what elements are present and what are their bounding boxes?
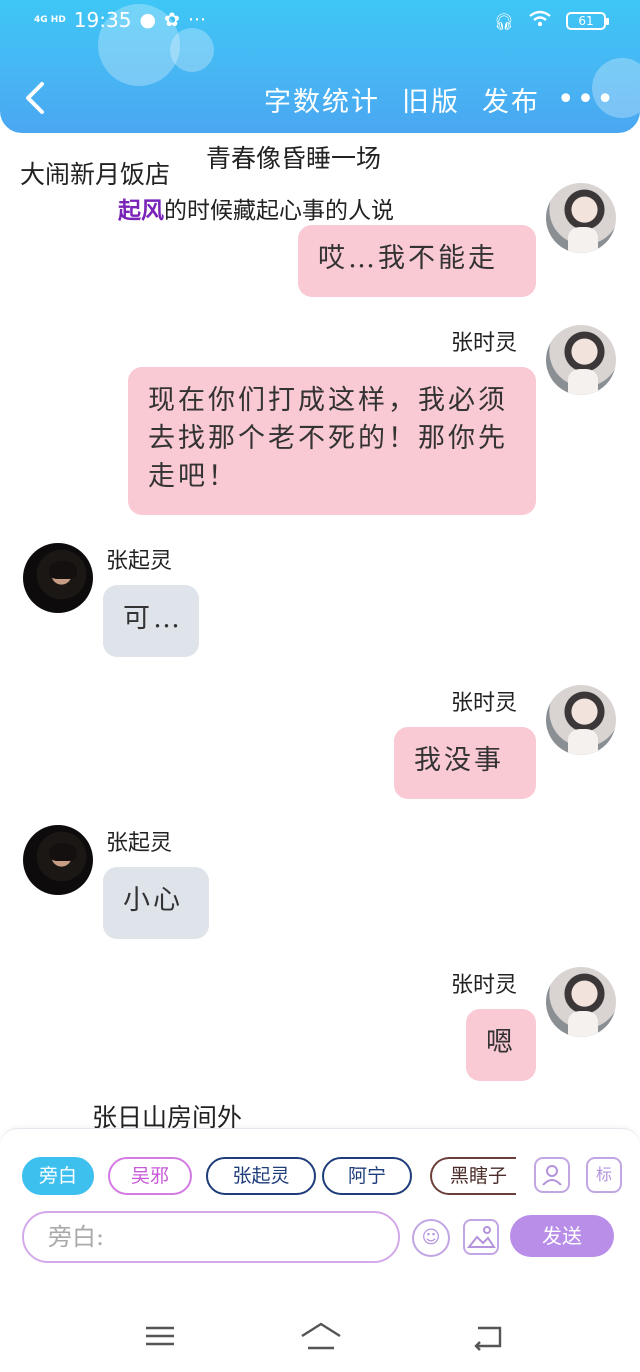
song-title: 青春像昏睡一场 [206, 144, 382, 173]
sender-name: 张时灵 [451, 331, 518, 356]
sender-name: 张时灵 [451, 973, 518, 998]
role-chip-aning[interactable]: 阿宁 [322, 1157, 412, 1195]
send-button[interactable]: 发送 [510, 1215, 614, 1257]
home-icon[interactable] [298, 1318, 344, 1354]
menu-icon[interactable] [142, 1318, 182, 1354]
app-notification-icon: ✿ [164, 9, 180, 31]
more-notifications-icon: ··· [187, 9, 207, 31]
add-role-icon[interactable] [534, 1157, 570, 1193]
message-input[interactable]: 旁白: [22, 1211, 400, 1263]
word-count-button[interactable]: 字数统计 [264, 80, 380, 119]
chat-area[interactable]: 大闹新月饭店 青春像昏睡一场 起风的时候藏起心事的人说 哎…我不能走 张时灵 现… [0, 133, 640, 1128]
headphones-icon: 🎧︎ [493, 11, 514, 31]
more-options-button[interactable]: ••• [557, 82, 616, 117]
role-chip-zhangqiling[interactable]: 张起灵 [206, 1157, 316, 1195]
sender-name: 张时灵 [451, 691, 518, 716]
publish-button[interactable]: 发布 [482, 80, 540, 119]
chat-notification-icon: ● [139, 9, 157, 31]
lyric-line: 起风的时候藏起心事的人说 [118, 191, 394, 225]
emoji-icon[interactable]: ☺ [412, 1219, 450, 1257]
lyric-text: 的时候藏起心事的人说 [164, 198, 394, 224]
old-version-button[interactable]: 旧版 [402, 80, 460, 119]
avatar[interactable] [546, 325, 616, 395]
wifi-icon [528, 10, 552, 32]
message-bubble: 哎…我不能走 [298, 225, 536, 297]
battery-icon: 61 [566, 12, 609, 30]
image-icon[interactable] [463, 1219, 499, 1255]
role-chip-heixiazi[interactable]: 黑瞎子 [430, 1157, 516, 1195]
scene-heading: 张日山房间外 [92, 1103, 243, 1128]
back-nav-icon[interactable] [470, 1318, 510, 1354]
top-header: 4G HD 19:35 ● ✿ ··· 🎧︎ 61 字数统计 旧版 发布 ••• [0, 0, 640, 133]
avatar[interactable] [546, 685, 616, 755]
avatar[interactable] [23, 825, 93, 895]
system-nav-bar [0, 1298, 640, 1372]
role-chip-narration[interactable]: 旁白 [22, 1157, 94, 1195]
network-indicator: 4G HD [34, 14, 66, 25]
lyric-highlight: 起风 [118, 197, 164, 224]
message-bubble: 可… [103, 585, 199, 657]
back-button[interactable] [22, 80, 50, 116]
status-bar: 4G HD 19:35 ● ✿ ··· 🎧︎ 61 [0, 8, 640, 38]
message-bubble: 现在你们打成这样，我必须去找那个老不死的！那你先走吧！ [128, 367, 536, 515]
clock: 19:35 [73, 8, 132, 32]
sender-name: 张起灵 [106, 549, 173, 574]
role-chip-wuxie[interactable]: 吴邪 [108, 1157, 192, 1195]
message-bubble: 嗯 [466, 1009, 536, 1081]
avatar[interactable] [546, 183, 616, 253]
message-bubble: 小心 [103, 867, 209, 939]
composer-panel: 旁白 吴邪 张起灵 阿宁 黑瞎子 标 旁白: ☺ 发送 [0, 1128, 640, 1298]
avatar[interactable] [23, 543, 93, 613]
avatar[interactable] [546, 967, 616, 1037]
chevron-left-icon [26, 82, 44, 114]
message-bubble: 我没事 [394, 727, 536, 799]
sender-name: 张起灵 [106, 831, 173, 856]
tag-button[interactable]: 标 [586, 1157, 622, 1193]
scene-heading: 大闹新月饭店 [20, 160, 171, 189]
